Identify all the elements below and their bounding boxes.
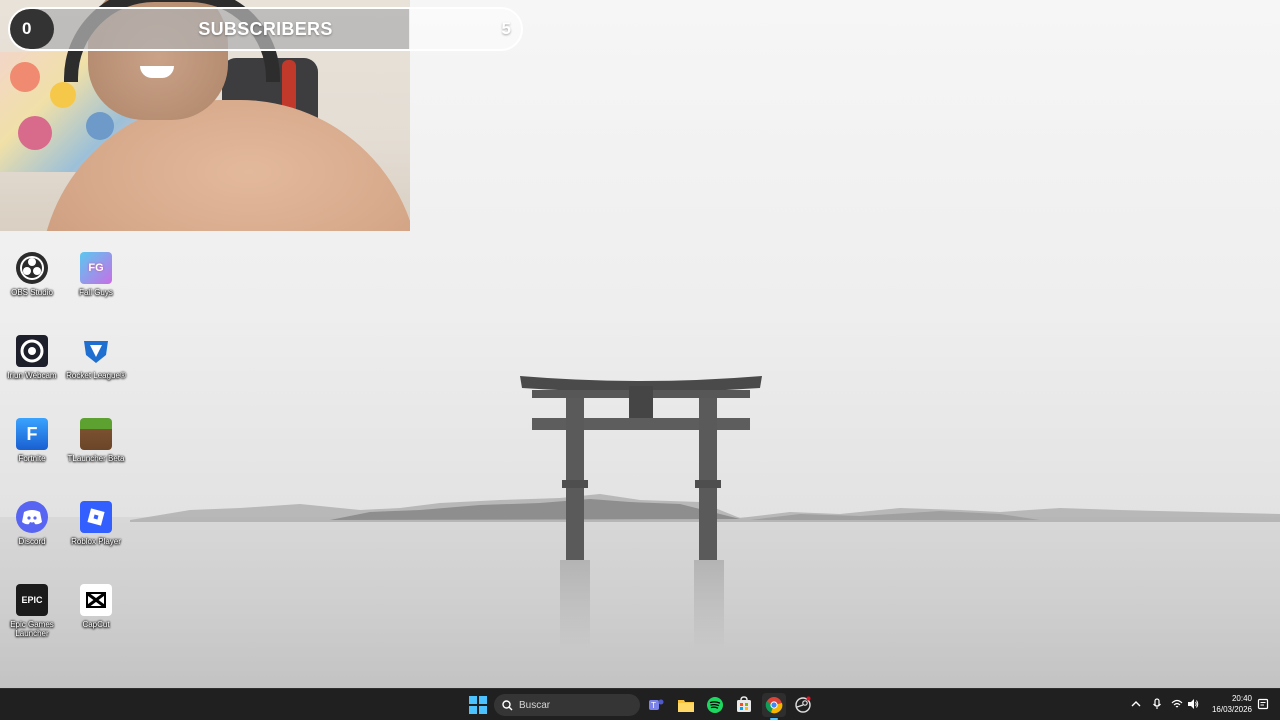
search-placeholder: Buscar bbox=[519, 699, 551, 711]
desktop-icon-capcut[interactable]: CapCut bbox=[64, 584, 128, 629]
capcut-icon bbox=[80, 584, 112, 616]
file-explorer-icon bbox=[678, 700, 694, 712]
discord-icon bbox=[16, 501, 48, 533]
epic-games-icon: EPIC bbox=[16, 584, 48, 616]
volume-icon[interactable] bbox=[1187, 698, 1199, 710]
desktop-icon-roblox[interactable]: Roblox Player bbox=[64, 501, 128, 546]
notifications-icon[interactable] bbox=[1257, 698, 1269, 710]
desktop-icon-obs-studio[interactable]: OBS Studio bbox=[0, 252, 64, 297]
taskbar: Buscar T 20:40 16/03/2026 bbox=[0, 688, 1280, 720]
spotify-icon bbox=[707, 697, 723, 713]
fortnite-icon: F bbox=[16, 418, 48, 450]
teams-icon: T bbox=[649, 699, 664, 710]
store-icon bbox=[737, 696, 751, 712]
desktop-icon-tlauncher[interactable]: TLauncher Beta bbox=[64, 418, 128, 463]
chrome-icon bbox=[765, 697, 783, 714]
taskbar-spotify[interactable] bbox=[703, 693, 727, 717]
desktop-icon-fall-guys[interactable]: FG Fall Guys bbox=[64, 252, 128, 297]
tlauncher-icon bbox=[80, 418, 112, 450]
taskbar-search-box[interactable]: Buscar bbox=[494, 694, 640, 716]
taskbar-teams[interactable]: T bbox=[644, 693, 668, 717]
desktop-icon-discord[interactable]: Discord bbox=[0, 501, 64, 546]
microphone-icon[interactable] bbox=[1151, 698, 1163, 710]
taskbar-chrome[interactable] bbox=[762, 693, 786, 720]
iriun-webcam-icon bbox=[16, 335, 48, 367]
taskbar-store[interactable] bbox=[732, 693, 756, 717]
windows-start-button[interactable] bbox=[466, 693, 490, 717]
subscriber-goal: 5 bbox=[501, 19, 511, 38]
taskbar-steam[interactable] bbox=[791, 693, 815, 717]
desktop-icon-rocket-league[interactable]: Rocket League® bbox=[64, 335, 128, 380]
steam-icon bbox=[795, 696, 811, 713]
taskbar-clock[interactable]: 20:40 16/03/2026 bbox=[1212, 693, 1252, 715]
roblox-icon bbox=[80, 501, 112, 533]
clock-date: 16/03/2026 bbox=[1211, 705, 1252, 714]
windows-start-icon bbox=[469, 696, 487, 714]
rocket-league-icon bbox=[80, 335, 112, 367]
clock-time: 20:40 bbox=[1231, 694, 1252, 703]
fall-guys-icon: FG bbox=[80, 252, 112, 284]
svg-text:T: T bbox=[651, 701, 656, 710]
desktop-icon-iriun-webcam[interactable]: Iriun Webcam bbox=[0, 335, 64, 380]
subscriber-goal-bar: 0 SUBSCRIBERS 5 bbox=[8, 7, 523, 51]
obs-icon bbox=[16, 252, 48, 284]
desktop-icon-epic-games[interactable]: EPIC Epic Games Launcher bbox=[0, 584, 64, 638]
wifi-icon[interactable] bbox=[1171, 698, 1183, 710]
subscriber-label: SUBSCRIBERS bbox=[198, 18, 333, 39]
chevron-up-icon[interactable] bbox=[1130, 698, 1142, 710]
taskbar-file-explorer[interactable] bbox=[674, 693, 698, 717]
desktop-icon-fortnite[interactable]: F Fortnite bbox=[0, 418, 64, 463]
search-icon bbox=[502, 699, 513, 710]
